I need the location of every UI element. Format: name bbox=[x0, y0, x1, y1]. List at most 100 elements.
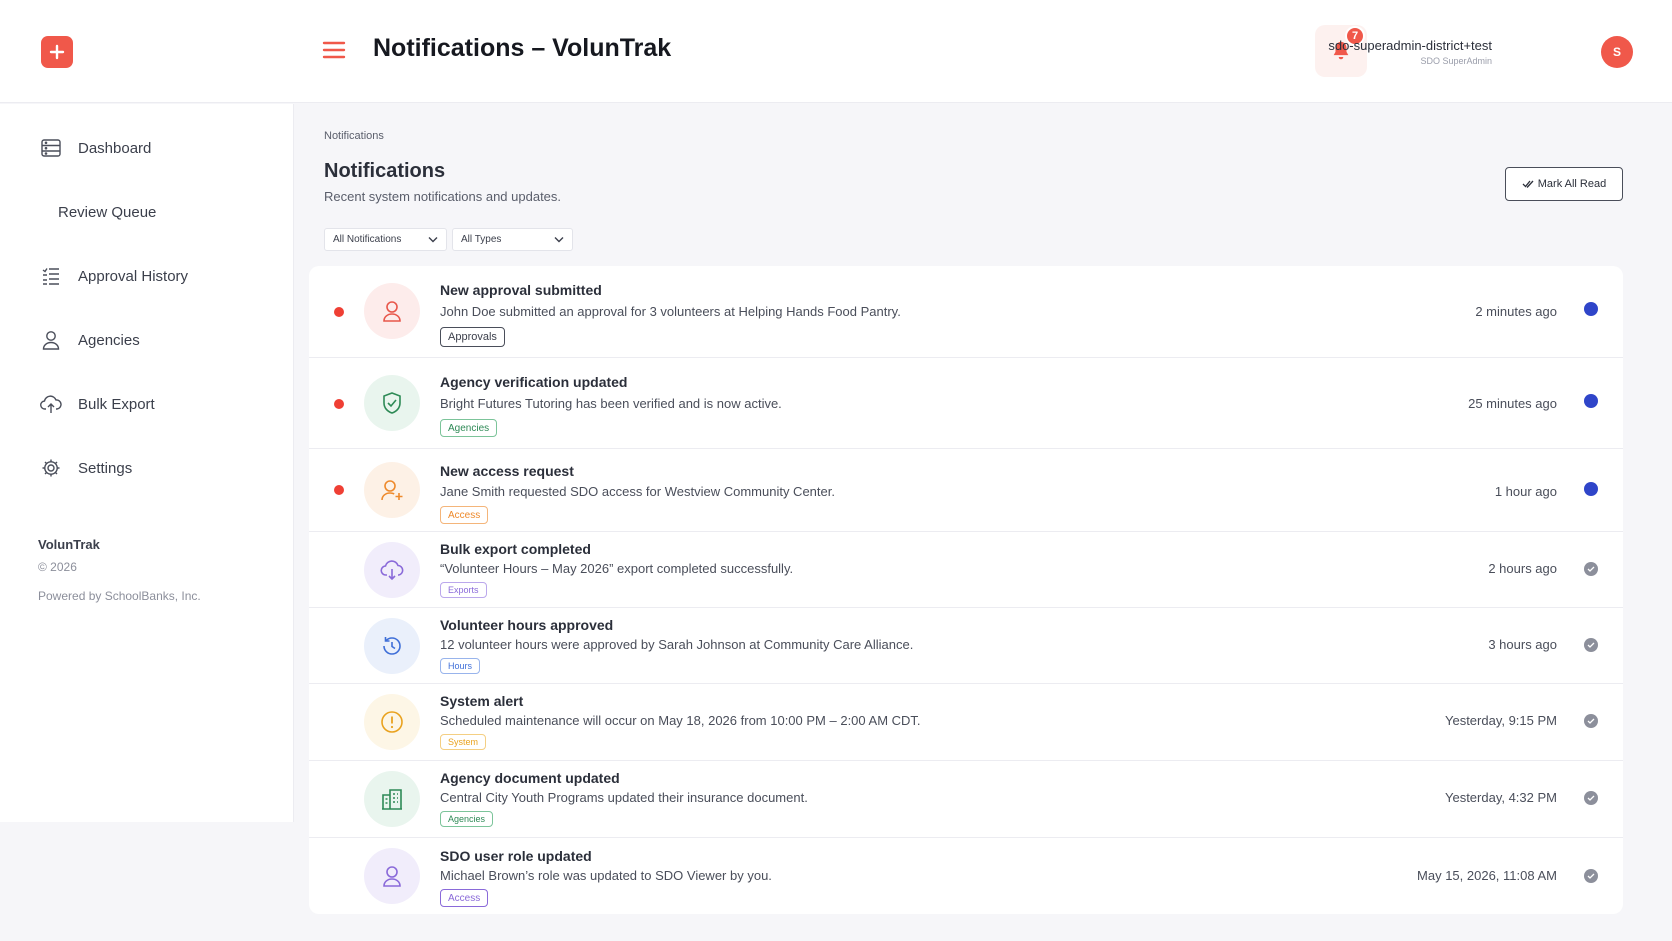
building-icon bbox=[364, 771, 420, 827]
user-icon bbox=[364, 283, 420, 339]
cloud-upload-icon bbox=[40, 393, 62, 415]
notification-tag: Exports bbox=[440, 582, 487, 598]
mark-all-read-label: Mark All Read bbox=[1537, 178, 1607, 190]
avatar[interactable]: S bbox=[1601, 36, 1633, 68]
notification-description: John Doe submitted an approval for 3 vol… bbox=[440, 304, 901, 319]
sidebar-item-label: Agencies bbox=[78, 331, 140, 349]
sidebar-item-approval-history[interactable]: Approval History bbox=[40, 264, 188, 288]
unread-indicator bbox=[334, 485, 344, 495]
sidebar-item-label: Bulk Export bbox=[78, 395, 155, 413]
top-header: Notifications – VolunTrak 7 sdo-superadm… bbox=[0, 0, 1672, 103]
sidebar: Dashboard Review Queue Approval History … bbox=[0, 104, 294, 822]
notification-row[interactable]: New approval submitted John Doe submitte… bbox=[309, 266, 1623, 358]
hamburger-menu-icon[interactable] bbox=[322, 38, 346, 62]
notification-tag: Hours bbox=[440, 658, 481, 674]
chevron-down-icon bbox=[554, 237, 564, 243]
user-icon bbox=[364, 848, 420, 904]
unread-status-dot[interactable] bbox=[1584, 482, 1598, 496]
notification-title: New access request bbox=[440, 463, 574, 479]
notification-time: Yesterday, 4:32 PM bbox=[1444, 790, 1557, 805]
notification-title: SDO user role updated bbox=[440, 848, 592, 864]
unread-status-dot[interactable] bbox=[1584, 302, 1598, 316]
notification-time: Yesterday, 9:15 PM bbox=[1444, 713, 1557, 728]
notification-title: Volunteer hours approved bbox=[440, 617, 614, 633]
notification-tag: System bbox=[440, 734, 487, 750]
notification-row[interactable]: Volunteer hours approved 12 volunteer ho… bbox=[309, 608, 1623, 684]
read-status-check-icon[interactable] bbox=[1584, 562, 1598, 576]
notification-description: Bright Futures Tutoring has been verifie… bbox=[440, 396, 782, 411]
notification-time: 3 hours ago bbox=[1488, 637, 1557, 652]
notification-title: Agency document updated bbox=[440, 770, 620, 786]
notification-row[interactable]: Agency document updated Central City You… bbox=[309, 761, 1623, 838]
sidebar-item-bulk-export[interactable]: Bulk Export bbox=[40, 392, 155, 416]
notification-tag: Access bbox=[440, 506, 489, 524]
page-header-title: Notifications – VolunTrak bbox=[373, 34, 672, 62]
sidebar-item-label: Review Queue bbox=[58, 203, 157, 221]
user-name[interactable]: sdo-superadmin-district+test bbox=[1328, 38, 1492, 53]
notification-tag: Agencies bbox=[440, 811, 494, 827]
read-status-check-icon[interactable] bbox=[1584, 638, 1598, 652]
sidebar-copyright: © 2026 bbox=[38, 560, 77, 574]
notification-description: Central City Youth Programs updated thei… bbox=[440, 790, 808, 805]
notification-tag: Approvals bbox=[440, 327, 505, 347]
notification-description: “Volunteer Hours – May 2026” export comp… bbox=[440, 561, 794, 576]
sidebar-item-label: Dashboard bbox=[78, 139, 152, 157]
alert-circle-icon bbox=[364, 694, 420, 750]
notification-time: 1 hour ago bbox=[1494, 484, 1557, 499]
shield-check-icon bbox=[364, 375, 420, 431]
sidebar-item-agencies[interactable]: Agencies bbox=[40, 328, 140, 352]
sidebar-powered-by: Powered by SchoolBanks, Inc. bbox=[38, 589, 201, 603]
plus-icon bbox=[49, 44, 65, 60]
notifications-list: New approval submitted John Doe submitte… bbox=[309, 266, 1623, 914]
mark-all-read-button[interactable]: Mark All Read bbox=[1505, 167, 1623, 201]
notification-description: 12 volunteer hours were approved by Sara… bbox=[440, 637, 914, 652]
read-status-check-icon[interactable] bbox=[1584, 714, 1598, 728]
notification-scope-select[interactable]: All Notifications bbox=[324, 228, 447, 251]
breadcrumb[interactable]: Notifications bbox=[324, 130, 384, 142]
scope-select-value: All Notifications bbox=[333, 234, 402, 245]
read-status-check-icon[interactable] bbox=[1584, 791, 1598, 805]
read-status-check-icon[interactable] bbox=[1584, 869, 1598, 883]
sidebar-item-review-queue[interactable]: Review Queue bbox=[58, 200, 156, 224]
notification-title: System alert bbox=[440, 693, 524, 709]
notification-row[interactable]: System alert Scheduled maintenance will … bbox=[309, 684, 1623, 761]
notification-row[interactable]: New access request Jane Smith requested … bbox=[309, 449, 1623, 532]
notification-row[interactable]: Bulk export completed “Volunteer Hours –… bbox=[309, 532, 1623, 608]
history-list-icon bbox=[40, 265, 62, 287]
notification-row[interactable]: SDO user role updated Michael Brown’s ro… bbox=[309, 838, 1623, 914]
sidebar-item-dashboard[interactable]: Dashboard bbox=[40, 136, 151, 160]
user-role: SDO SuperAdmin bbox=[1420, 56, 1492, 66]
notification-title: New approval submitted bbox=[440, 282, 602, 298]
notification-description: Jane Smith requested SDO access for West… bbox=[440, 484, 835, 499]
notification-title: Bulk export completed bbox=[440, 541, 591, 557]
gear-icon bbox=[40, 457, 62, 479]
notification-description: Michael Brown’s role was updated to SDO … bbox=[440, 868, 772, 883]
notification-time: 2 minutes ago bbox=[1475, 304, 1557, 319]
page-subtitle: Recent system notifications and updates. bbox=[324, 189, 562, 204]
notification-row[interactable]: Agency verification updated Bright Futur… bbox=[309, 358, 1623, 449]
notification-tag: Access bbox=[440, 889, 489, 907]
page-title: Notifications bbox=[324, 160, 446, 182]
notification-time: May 15, 2026, 11:08 AM bbox=[1417, 868, 1557, 883]
unread-status-dot[interactable] bbox=[1584, 394, 1598, 408]
unread-indicator bbox=[334, 399, 344, 409]
double-check-icon bbox=[1522, 180, 1534, 188]
history-icon bbox=[364, 618, 420, 674]
dashboard-icon bbox=[40, 137, 62, 159]
notification-type-select[interactable]: All Types bbox=[452, 228, 573, 251]
app-logo[interactable] bbox=[41, 36, 73, 68]
unread-indicator bbox=[334, 307, 344, 317]
notification-time: 25 minutes ago bbox=[1468, 396, 1557, 411]
user-plus-icon bbox=[364, 462, 420, 518]
notification-tag: Agencies bbox=[440, 419, 498, 437]
sidebar-item-settings[interactable]: Settings bbox=[40, 456, 132, 480]
sidebar-item-label: Settings bbox=[78, 459, 133, 477]
chevron-down-icon bbox=[428, 237, 438, 243]
sidebar-item-label: Approval History bbox=[78, 267, 189, 285]
user-icon bbox=[40, 329, 62, 351]
notification-description: Scheduled maintenance will occur on May … bbox=[440, 713, 921, 728]
type-select-value: All Types bbox=[461, 234, 502, 245]
sidebar-brand: VolunTrak bbox=[38, 537, 100, 552]
notification-title: Agency verification updated bbox=[440, 374, 628, 390]
notification-time: 2 hours ago bbox=[1488, 561, 1557, 576]
